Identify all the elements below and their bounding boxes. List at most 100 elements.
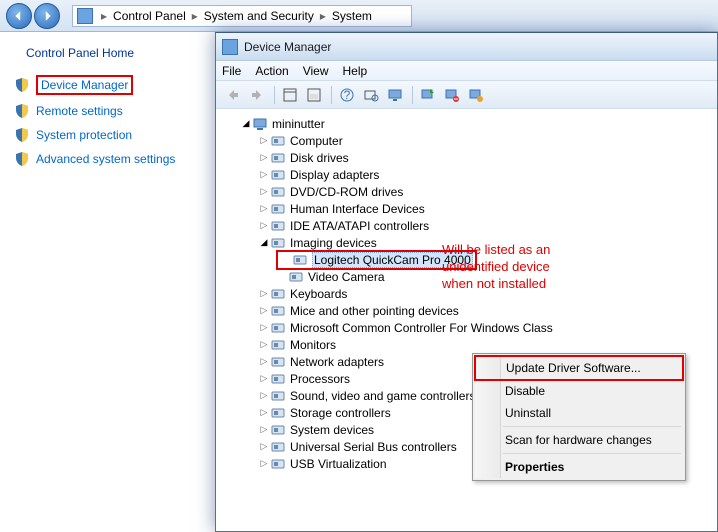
context-menu-item[interactable]: Scan for hardware changes [475, 429, 683, 451]
tb-monitor-icon[interactable] [384, 84, 406, 106]
device-icon [270, 150, 286, 166]
context-menu-item[interactable]: Update Driver Software... [474, 355, 684, 381]
back-button[interactable] [6, 3, 32, 29]
menu-action[interactable]: Action [255, 64, 288, 78]
device-icon [270, 354, 286, 370]
expand-arrow-icon[interactable]: ▷ [258, 441, 270, 452]
context-menu-item[interactable]: Uninstall [475, 402, 683, 424]
tree-node-label: Network adapters [290, 355, 384, 369]
tree-node-label: Display adapters [290, 168, 379, 182]
tree-node-label: Human Interface Devices [290, 202, 425, 216]
breadcrumb-sep: ▸ [188, 9, 202, 23]
tree-node-label: Video Camera [308, 270, 385, 284]
control-panel-sidebar: Control Panel Home Device Manager Remote … [0, 32, 215, 532]
expand-arrow-icon[interactable]: ▷ [258, 373, 270, 384]
cp-home-link[interactable]: Control Panel Home [26, 46, 207, 60]
tree-node-label: Sound, video and game controllers [290, 389, 475, 403]
tree-node-label: Keyboards [290, 287, 347, 301]
address-bar[interactable]: ▸ Control Panel ▸ System and Security ▸ … [72, 5, 412, 27]
context-menu-item[interactable]: Properties [475, 456, 683, 478]
shield-icon [14, 77, 30, 93]
sidebar-link[interactable]: System protection [36, 128, 132, 142]
tree-root[interactable]: ◢ mininutter [224, 115, 717, 132]
sidebar-link[interactable]: Remote settings [36, 104, 123, 118]
tree-node[interactable]: ▷ Display adapters [224, 166, 717, 183]
expand-arrow-icon[interactable]: ▷ [258, 288, 270, 299]
expand-arrow-icon[interactable]: ▷ [258, 390, 270, 401]
context-menu-separator [503, 453, 681, 454]
tree-node-label: Computer [290, 134, 343, 148]
tb-help-icon[interactable]: ? [336, 84, 358, 106]
menu-view[interactable]: View [303, 64, 329, 78]
breadcrumb-item[interactable]: Control Panel [111, 9, 188, 23]
device-icon [270, 320, 286, 336]
device-icon [270, 439, 286, 455]
expand-arrow-icon[interactable]: ◢ [258, 237, 270, 248]
tb-prop-icon[interactable] [279, 84, 301, 106]
sidebar-item[interactable]: Advanced system settings [14, 148, 207, 170]
device-icon [288, 269, 304, 285]
expand-arrow-icon[interactable]: ▷ [258, 322, 270, 333]
shield-icon [14, 151, 30, 167]
expand-arrow-icon[interactable]: ▷ [258, 220, 270, 231]
context-menu: Update Driver Software...DisableUninstal… [472, 353, 686, 481]
tb-scan-icon[interactable] [360, 84, 382, 106]
expand-arrow-icon[interactable]: ▷ [258, 424, 270, 435]
annotation-text: Will be listed as anunidentified devicew… [442, 241, 550, 292]
breadcrumb-item[interactable]: System [330, 9, 374, 23]
window-titlebar: Device Manager [216, 33, 717, 61]
expand-arrow-icon[interactable]: ▷ [258, 458, 270, 469]
device-icon [292, 252, 308, 268]
tree-node-label: Monitors [290, 338, 336, 352]
expand-arrow-icon[interactable]: ▷ [258, 407, 270, 418]
sidebar-item[interactable]: System protection [14, 124, 207, 146]
sidebar-item[interactable]: Device Manager [14, 72, 207, 98]
device-icon [270, 405, 286, 421]
sidebar-link[interactable]: Device Manager [36, 75, 133, 95]
forward-button[interactable] [34, 3, 60, 29]
context-menu-item[interactable]: Disable [475, 380, 683, 402]
device-icon [270, 303, 286, 319]
breadcrumb-item[interactable]: System and Security [202, 9, 316, 23]
tb-prop2-icon[interactable] [303, 84, 325, 106]
toolbar-sep [412, 86, 413, 104]
breadcrumb-sep: ▸ [97, 9, 111, 23]
expand-arrow-icon[interactable]: ▷ [258, 169, 270, 180]
tree-node[interactable]: ▷Disk drives [224, 149, 717, 166]
expand-arrow-icon[interactable]: ◢ [240, 118, 252, 129]
tb-disable-icon[interactable] [465, 84, 487, 106]
tree-node[interactable]: ▷Microsoft Common Controller For Windows… [224, 319, 717, 336]
toolbar-sep [274, 86, 275, 104]
menu-file[interactable]: File [222, 64, 241, 78]
context-menu-separator [503, 426, 681, 427]
device-icon [270, 133, 286, 149]
tb-back-icon[interactable] [222, 84, 244, 106]
tb-update-icon[interactable] [417, 84, 439, 106]
tree-root-label: mininutter [272, 117, 325, 131]
tb-fwd-icon[interactable] [246, 84, 268, 106]
tree-node-label: DVD/CD-ROM drives [290, 185, 403, 199]
expand-arrow-icon[interactable]: ▷ [258, 152, 270, 163]
sidebar-link[interactable]: Advanced system settings [36, 152, 175, 166]
tree-node[interactable]: ▷Mice and other pointing devices [224, 302, 717, 319]
expand-arrow-icon[interactable]: ▷ [258, 305, 270, 316]
sidebar-item[interactable]: Remote settings [14, 100, 207, 122]
expand-arrow-icon[interactable]: ▷ [258, 135, 270, 146]
expand-arrow-icon[interactable]: ▷ [258, 356, 270, 367]
tree-node[interactable]: ▷ Computer [224, 132, 717, 149]
device-icon [270, 184, 286, 200]
device-icon [270, 218, 286, 234]
tree-node[interactable]: ▷ DVD/CD-ROM drives [224, 183, 717, 200]
device-tree[interactable]: ◢ mininutter ▷Computer▷Disk drives▷Displ… [216, 109, 717, 531]
menu-help[interactable]: Help [343, 64, 368, 78]
expand-arrow-icon[interactable]: ▷ [258, 339, 270, 350]
expand-arrow-icon[interactable]: ▷ [258, 186, 270, 197]
tree-node[interactable]: ▷ Human Interface Devices [224, 200, 717, 217]
tree-node[interactable]: ▷IDE ATA/ATAPI controllers [224, 217, 717, 234]
expand-arrow-icon[interactable]: ▷ [258, 203, 270, 214]
tb-uninstall-icon[interactable] [441, 84, 463, 106]
device-icon [270, 167, 286, 183]
device-icon [270, 201, 286, 217]
tree-node-label: Storage controllers [290, 406, 391, 420]
tree-node[interactable]: ▷ Monitors [224, 336, 717, 353]
